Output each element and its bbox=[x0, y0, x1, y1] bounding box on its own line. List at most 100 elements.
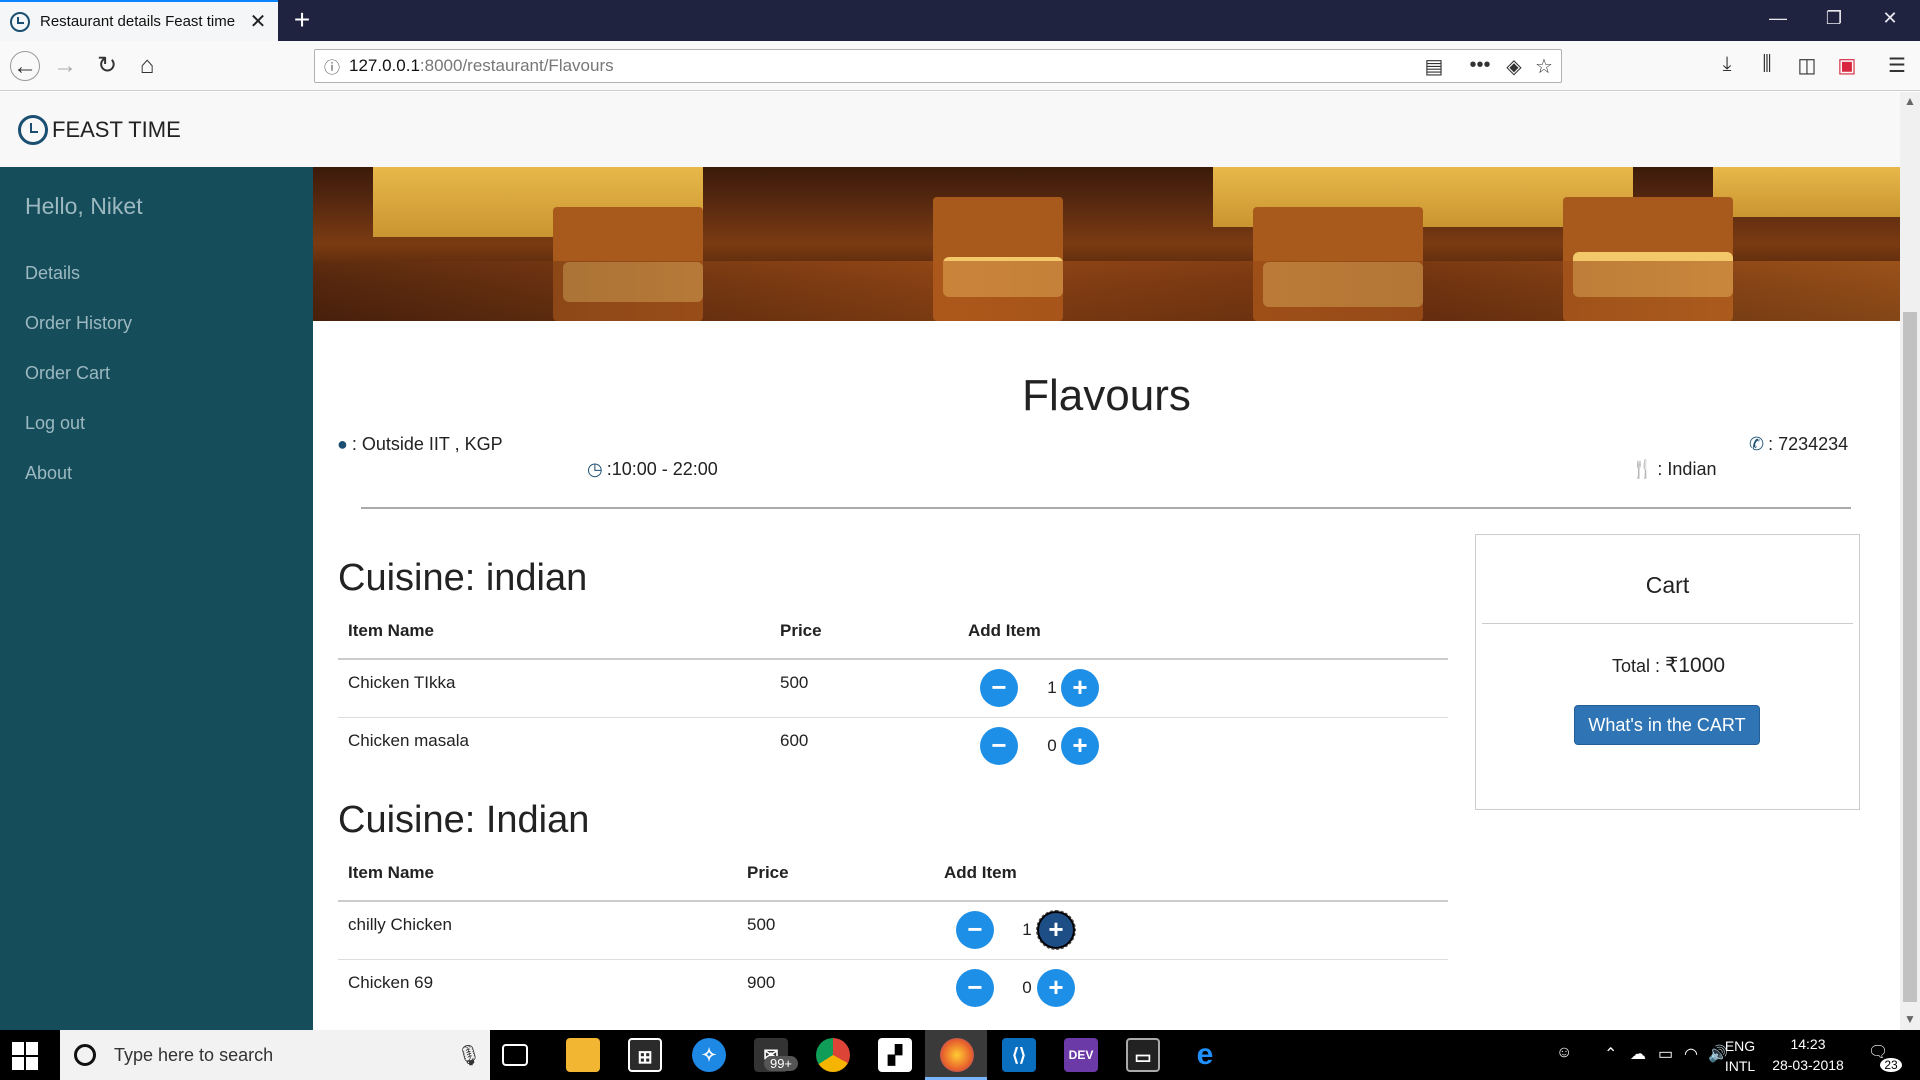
clock-time[interactable]: 14:23 bbox=[1764, 1036, 1852, 1052]
clock-date[interactable]: 28-03-2018 bbox=[1764, 1057, 1852, 1073]
hours-text: :10:00 - 22:00 bbox=[606, 459, 718, 479]
header-add-item: Add Item bbox=[968, 621, 1041, 640]
store-icon[interactable]: ⊞ bbox=[628, 1038, 662, 1072]
reload-icon[interactable]: ↻ bbox=[92, 51, 122, 81]
sidebar-item-order-history[interactable]: Order History bbox=[25, 313, 132, 334]
page-actions-icon[interactable]: ••• bbox=[1465, 54, 1495, 77]
tab-close-icon[interactable]: ✕ bbox=[248, 9, 268, 34]
phone-icon: ✆ bbox=[1749, 434, 1765, 454]
scroll-down-icon[interactable]: ▼ bbox=[1900, 1012, 1920, 1026]
divider bbox=[361, 507, 1851, 509]
sidebar-toggle-icon[interactable]: ◫ bbox=[1792, 53, 1822, 78]
header-item-name: Item Name bbox=[348, 863, 434, 882]
item-qty: 0 bbox=[1047, 736, 1057, 755]
header-divider bbox=[338, 658, 1448, 660]
pocket-toolbar-icon[interactable]: ▣ bbox=[1832, 53, 1862, 78]
menu-table: Item Name Price Add Item chilly Chicken … bbox=[338, 863, 1448, 1007]
item-price: 500 bbox=[747, 915, 776, 934]
library-icon[interactable]: ⫼ bbox=[1752, 53, 1782, 76]
forward-arrow-icon[interactable]: → bbox=[50, 51, 80, 81]
reader-view-icon[interactable]: ▤ bbox=[1419, 54, 1449, 79]
increase-qty-button[interactable]: + bbox=[1061, 727, 1099, 765]
sidebar-item-about[interactable]: About bbox=[25, 463, 72, 484]
site-info-icon[interactable]: ⓘ bbox=[315, 54, 349, 78]
language-top[interactable]: ENG bbox=[1718, 1038, 1762, 1054]
cart-total-value: ₹1000 bbox=[1664, 654, 1726, 677]
item-qty: 1 bbox=[1047, 678, 1057, 697]
cart-title: Cart bbox=[1645, 572, 1690, 598]
view-cart-button[interactable]: What's in the CART bbox=[1574, 705, 1760, 745]
sidebar: Hello, Niket Details Order History Order… bbox=[0, 167, 313, 1030]
language-bottom[interactable]: INTL bbox=[1718, 1058, 1762, 1074]
header-price: Price bbox=[747, 863, 789, 882]
wifi-icon[interactable]: ◠ bbox=[1684, 1044, 1698, 1064]
item-name: chilly Chicken bbox=[348, 915, 452, 934]
header-item-name: Item Name bbox=[348, 621, 434, 640]
firefox-icon[interactable] bbox=[940, 1038, 974, 1072]
home-icon[interactable]: ⌂ bbox=[132, 51, 162, 81]
item-name: Chicken 69 bbox=[348, 973, 434, 992]
url-path: :8000/restaurant/Flavours bbox=[419, 56, 614, 75]
phone-info: ✆ : 7234234 bbox=[1749, 434, 1848, 455]
tray-chevron-icon[interactable]: ⌃ bbox=[1604, 1044, 1617, 1064]
user-greeting: Hello, Niket bbox=[25, 193, 143, 219]
file-explorer-icon[interactable] bbox=[566, 1038, 600, 1072]
item-qty: 0 bbox=[1022, 978, 1032, 997]
address-bar[interactable]: ⓘ 127.0.0.1:8000/restaurant/Flavours ▤ •… bbox=[314, 49, 1562, 83]
cuisine-text: : Indian bbox=[1657, 459, 1717, 479]
brand-name[interactable]: FEAST TIME bbox=[52, 117, 181, 143]
browser-nav-bar: ← → ↻ ⌂ ⓘ 127.0.0.1:8000/restaurant/Flav… bbox=[0, 41, 1920, 91]
sidebar-item-details[interactable]: Details bbox=[25, 263, 80, 284]
scroll-thumb[interactable] bbox=[1903, 312, 1917, 1002]
dev-cpp-icon[interactable]: DEV bbox=[1064, 1038, 1098, 1072]
back-arrow-icon[interactable]: ← bbox=[10, 51, 40, 81]
restaurant-banner-image bbox=[313, 167, 1900, 321]
increase-qty-button[interactable]: + bbox=[1036, 910, 1076, 950]
cart-divider bbox=[1482, 623, 1853, 624]
increase-qty-button[interactable]: + bbox=[1037, 969, 1075, 1007]
edge-icon[interactable]: e bbox=[1188, 1038, 1222, 1072]
minimize-button[interactable]: — bbox=[1758, 8, 1798, 29]
terminal-icon[interactable]: ▭ bbox=[1126, 1038, 1160, 1072]
cart-panel: Cart Total : ₹1000 What's in the CART bbox=[1475, 534, 1860, 810]
decrease-qty-button[interactable]: − bbox=[980, 727, 1018, 765]
browser-tab-bar: Restaurant details Feast time ✕ + — ❐ ✕ bbox=[0, 0, 1920, 41]
battery-icon[interactable]: ▭ bbox=[1658, 1044, 1673, 1064]
sticky-notes-icon[interactable]: ▞ bbox=[878, 1038, 912, 1072]
cart-total-label: Total : bbox=[1611, 656, 1665, 676]
url-host: 127.0.0.1 bbox=[349, 56, 420, 75]
new-tab-button[interactable]: + bbox=[288, 4, 316, 36]
decrease-qty-button[interactable]: − bbox=[956, 911, 994, 949]
decrease-qty-button[interactable]: − bbox=[956, 969, 994, 1007]
downloads-icon[interactable]: ⤓ bbox=[1712, 53, 1742, 76]
safari-like-icon[interactable]: ✧ bbox=[692, 1038, 726, 1072]
vscode-icon[interactable]: ⟨⟩ bbox=[1002, 1038, 1036, 1072]
onedrive-icon[interactable]: ☁ bbox=[1630, 1044, 1646, 1064]
task-view-icon[interactable] bbox=[502, 1044, 528, 1066]
decrease-qty-button[interactable]: − bbox=[980, 669, 1018, 707]
item-qty: 1 bbox=[1022, 920, 1032, 939]
people-icon[interactable]: ☺ bbox=[1556, 1044, 1572, 1062]
site-header: FEAST TIME bbox=[0, 92, 1900, 167]
restaurant-name: Flavours bbox=[1022, 371, 1191, 420]
increase-qty-button[interactable]: + bbox=[1061, 669, 1099, 707]
sidebar-item-order-cart[interactable]: Order Cart bbox=[25, 363, 110, 384]
sidebar-item-logout[interactable]: Log out bbox=[25, 413, 85, 434]
item-price: 600 bbox=[780, 731, 809, 750]
browser-tab[interactable]: Restaurant details Feast time ✕ bbox=[0, 0, 278, 41]
menu-hamburger-icon[interactable]: ☰ bbox=[1882, 53, 1912, 78]
windows-start-icon[interactable] bbox=[12, 1042, 40, 1070]
page-scrollbar[interactable]: ▲ ▼ bbox=[1900, 92, 1920, 1030]
pocket-icon[interactable]: ◈ bbox=[1499, 54, 1529, 79]
restore-button[interactable]: ❐ bbox=[1814, 8, 1854, 29]
window-close-button[interactable]: ✕ bbox=[1870, 8, 1910, 29]
address-info: ● : Outside IIT , KGP bbox=[337, 434, 503, 455]
address-text: : Outside IIT , KGP bbox=[351, 434, 503, 454]
bookmark-star-icon[interactable]: ☆ bbox=[1529, 54, 1559, 79]
scroll-up-icon[interactable]: ▲ bbox=[1900, 94, 1920, 108]
cutlery-icon: 🍴 bbox=[1631, 459, 1654, 479]
taskbar-search-placeholder: Type here to search bbox=[114, 1044, 274, 1065]
chrome-icon[interactable] bbox=[816, 1038, 850, 1072]
microphone-icon[interactable]: 🎙 bbox=[454, 1043, 484, 1068]
taskbar-search[interactable]: Type here to search 🎙 bbox=[60, 1030, 490, 1080]
